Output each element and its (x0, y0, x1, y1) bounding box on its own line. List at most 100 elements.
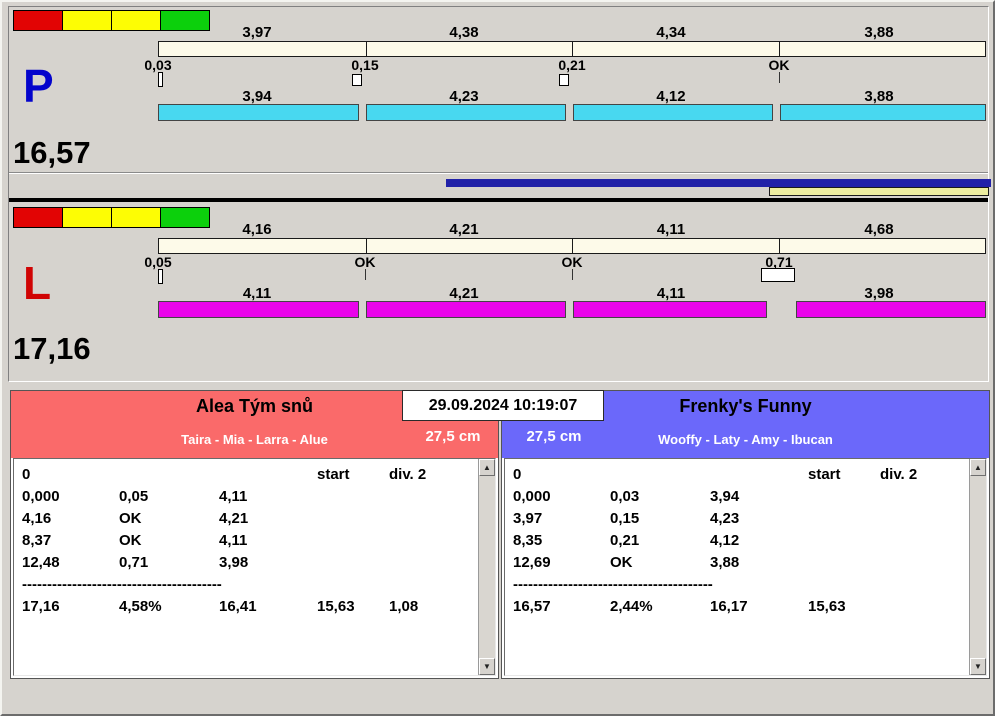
segment-time-label: 4,11 (656, 285, 686, 302)
cell (610, 464, 710, 486)
table-row: 12,69 OK 3,88 (513, 552, 964, 574)
table-row: 8,35 0,21 4,12 (513, 530, 964, 552)
timing-panel: 3,97 4,38 4,34 3,88 0,03 0,15 0,21 OK 3,… (8, 6, 991, 382)
start-column-header: start (808, 466, 841, 483)
cell: 4,12 (710, 532, 740, 549)
cell: 0,15 (610, 510, 640, 527)
total-div (880, 596, 964, 618)
cell: 4,11 (219, 488, 248, 505)
split-time-label: 3,88 (864, 24, 894, 41)
table-row: 0,000 0,03 3,94 (513, 486, 964, 508)
separator-dashes: ---------------------------------------- (513, 576, 713, 593)
bar-divider (778, 42, 780, 56)
cell (219, 464, 317, 486)
total-net: 16,41 (219, 598, 257, 615)
crossing-marker-label: 0,21 (558, 57, 586, 73)
cell: 0,000 (513, 488, 551, 505)
lane-letter: P (23, 60, 54, 112)
segment-time-label: 3,88 (864, 88, 894, 105)
cell: 8,35 (513, 532, 543, 549)
result-table: 0 start div. 2 0,000 0,05 4,11 4,16 OK 4… (22, 464, 473, 618)
split-time-label: 4,34 (656, 24, 686, 41)
split-time-label: 4,68 (864, 221, 894, 238)
cell: 0 (22, 466, 31, 483)
lane-total-time: 16,57 (13, 135, 91, 170)
total-div: 1,08 (389, 598, 419, 615)
total-net: 16,17 (710, 598, 748, 615)
cell: 0,71 (119, 554, 149, 571)
bar-divider (778, 239, 780, 253)
cell: 3,88 (710, 554, 740, 571)
crossing-marker-label: 0,03 (144, 57, 172, 73)
team-panel-left: Alea Tým snů Taira - Mia - Larra - Alue … (10, 390, 499, 679)
cell: 12,48 (22, 554, 60, 571)
separator-row: ---------------------------------------- (513, 574, 964, 596)
lane-divider (9, 198, 988, 202)
scrollbar[interactable]: ▲ ▼ (969, 459, 986, 675)
table-header-row: 0 start div. 2 (513, 464, 964, 486)
bar-divider (365, 239, 367, 253)
crossing-marker-tick (779, 72, 780, 83)
scroll-down-icon[interactable]: ▼ (970, 658, 986, 675)
cell: 0,05 (119, 488, 149, 505)
cell: 4,21 (219, 510, 249, 527)
split-time-label: 4,21 (449, 221, 479, 238)
result-area[interactable]: 0 start div. 2 0,000 0,03 3,94 3,97 0,15… (504, 458, 987, 676)
crossing-marker-label: OK (354, 254, 376, 270)
progress-bar-blue (446, 179, 991, 187)
cell: 3,98 (219, 554, 249, 571)
datetime-display: 29.09.2024 10:19:07 (402, 390, 604, 421)
cell (710, 464, 808, 486)
table-row: 3,97 0,15 4,23 (513, 508, 964, 530)
segment-time-label: 3,94 (242, 88, 272, 105)
scroll-down-icon[interactable]: ▼ (479, 658, 495, 675)
total-time: 17,16 (22, 598, 60, 615)
cell: 3,94 (710, 488, 740, 505)
cell (119, 464, 219, 486)
split-time-label: 4,16 (242, 221, 272, 238)
split-time-label: 4,11 (656, 221, 686, 238)
table-row: 8,37 OK 4,11 (22, 530, 473, 552)
dog-run-bar (366, 104, 566, 121)
jump-height: 27,5 cm (526, 428, 582, 445)
dog-run-bar (780, 104, 986, 121)
cell: 4,11 (219, 532, 248, 549)
traffic-cell-yellow-2 (112, 11, 161, 30)
split-bar (158, 238, 986, 254)
segment-time-label: 3,98 (864, 285, 894, 302)
scroll-up-icon[interactable]: ▲ (970, 459, 986, 476)
traffic-light (13, 10, 210, 31)
cell: OK (119, 532, 142, 549)
cell: 0,03 (610, 488, 640, 505)
scroll-up-icon[interactable]: ▲ (479, 459, 495, 476)
crossing-marker-box (761, 268, 795, 282)
split-time-label: 4,38 (449, 24, 479, 41)
total-time: 16,57 (513, 598, 551, 615)
traffic-cell-red (14, 208, 63, 227)
result-area[interactable]: 0 start div. 2 0,000 0,05 4,11 4,16 OK 4… (13, 458, 496, 676)
cell: 0 (513, 466, 522, 483)
crossing-marker-label: 0,15 (351, 57, 379, 73)
dog-run-bar (573, 104, 773, 121)
separator-row: ---------------------------------------- (22, 574, 473, 596)
segment-time-label: 4,23 (449, 88, 479, 105)
cell: 4,23 (710, 510, 740, 527)
crossing-marker-box (158, 269, 163, 284)
table-header-row: 0 start div. 2 (22, 464, 473, 486)
bar-divider (572, 239, 573, 253)
result-table: 0 start div. 2 0,000 0,03 3,94 3,97 0,15… (513, 464, 964, 618)
traffic-cell-green (161, 11, 209, 30)
traffic-light (13, 207, 210, 228)
crossing-marker-box (559, 74, 569, 86)
dog-run-bar (366, 301, 566, 318)
table-row: 4,16 OK 4,21 (22, 508, 473, 530)
lane-total-time: 17,16 (13, 331, 91, 366)
crossing-marker-label: OK (768, 57, 790, 73)
dog-run-bar (796, 301, 986, 318)
table-row: 0,000 0,05 4,11 (22, 486, 473, 508)
crossing-marker-box (158, 72, 163, 87)
crossing-marker-label: 0,05 (144, 254, 172, 270)
crossing-marker-tick (365, 269, 366, 280)
dog-run-bar (573, 301, 767, 318)
scrollbar[interactable]: ▲ ▼ (478, 459, 495, 675)
